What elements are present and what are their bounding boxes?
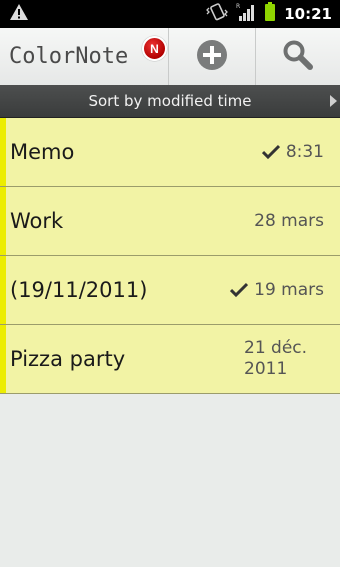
clock: 10:21 bbox=[284, 5, 332, 23]
app-title: ColorNote bbox=[9, 44, 129, 69]
note-date: 8:31 bbox=[285, 141, 324, 162]
status-bar: R 10:21 bbox=[0, 0, 340, 28]
new-badge[interactable]: N bbox=[142, 36, 167, 61]
note-color-stripe bbox=[0, 325, 6, 393]
action-bar: ColorNote N bbox=[0, 28, 340, 86]
note-item[interactable]: Memo 8:31 bbox=[0, 118, 340, 187]
warning-icon bbox=[9, 3, 29, 25]
search-button[interactable] bbox=[256, 28, 340, 85]
sort-bar[interactable]: Sort by modified time bbox=[0, 85, 340, 118]
vibrate-icon bbox=[206, 2, 229, 26]
note-color-stripe bbox=[0, 187, 6, 255]
note-item[interactable]: Pizza party 21 déc. 2011 bbox=[0, 325, 340, 394]
app-title-area[interactable]: ColorNote N bbox=[0, 28, 169, 85]
checkmark-icon bbox=[230, 282, 249, 298]
note-meta: 19 mars bbox=[230, 256, 324, 324]
add-note-icon bbox=[196, 39, 228, 75]
signal-icon: R bbox=[236, 2, 256, 26]
note-date: 28 mars bbox=[254, 210, 324, 231]
note-date: 19 mars bbox=[254, 279, 324, 300]
note-date: 21 déc. 2011 bbox=[244, 338, 324, 380]
svg-text:R: R bbox=[236, 3, 240, 10]
note-title: Pizza party bbox=[10, 347, 126, 371]
note-color-stripe bbox=[0, 118, 6, 186]
sort-label: Sort by modified time bbox=[88, 92, 252, 110]
note-color-stripe bbox=[0, 256, 6, 324]
battery-icon bbox=[264, 2, 276, 26]
search-icon bbox=[282, 39, 314, 75]
note-title: Work bbox=[10, 209, 64, 233]
note-date-line2: 2011 bbox=[244, 359, 288, 379]
add-note-button[interactable] bbox=[169, 28, 256, 85]
sort-arrow-icon bbox=[330, 95, 337, 107]
note-meta: 28 mars bbox=[254, 187, 324, 255]
notes-list: Memo 8:31 Work 28 mars (19/11/2011) 19 m… bbox=[0, 118, 340, 394]
note-meta: 8:31 bbox=[261, 118, 324, 186]
note-meta: 21 déc. 2011 bbox=[244, 325, 324, 393]
checkmark-icon bbox=[261, 144, 280, 160]
note-title: (19/11/2011) bbox=[10, 278, 148, 302]
note-title: Memo bbox=[10, 140, 75, 164]
note-item[interactable]: (19/11/2011) 19 mars bbox=[0, 256, 340, 325]
note-date-line1: 21 déc. bbox=[244, 338, 308, 358]
note-item[interactable]: Work 28 mars bbox=[0, 187, 340, 256]
